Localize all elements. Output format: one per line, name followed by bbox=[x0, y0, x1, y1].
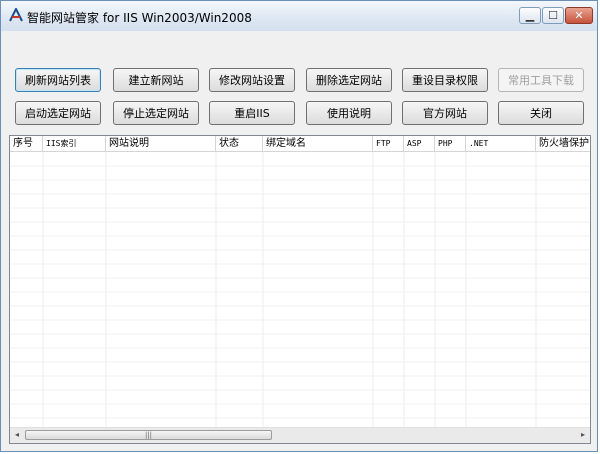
tools-download-button[interactable]: 常用工具下载 bbox=[498, 68, 584, 92]
title-bar[interactable]: 智能网站管家 for IIS Win2003/Win2008 ▁ ☐ ✕ bbox=[1, 1, 597, 31]
close-window-button[interactable]: ✕ bbox=[565, 7, 593, 24]
list-header: 序号 IIS索引 网站说明 状态 绑定域名 FTP ASP PHP .NET 防… bbox=[10, 136, 590, 152]
delete-selected-site-button[interactable]: 删除选定网站 bbox=[306, 68, 392, 92]
horizontal-scrollbar[interactable]: ◂ ||| ▸ bbox=[10, 427, 590, 443]
column-header-index[interactable]: 序号 bbox=[10, 136, 43, 151]
restart-iis-button[interactable]: 重启IIS bbox=[209, 101, 295, 125]
site-list-view[interactable]: 序号 IIS索引 网站说明 状态 绑定域名 FTP ASP PHP .NET 防… bbox=[9, 135, 591, 444]
column-header-firewall[interactable]: 防火墙保护 bbox=[536, 136, 590, 151]
scroll-right-icon[interactable]: ▸ bbox=[578, 430, 588, 440]
column-header-iis-index[interactable]: IIS索引 bbox=[43, 136, 106, 151]
scroll-left-icon[interactable]: ◂ bbox=[12, 430, 22, 440]
stop-selected-site-button[interactable]: 停止选定网站 bbox=[113, 101, 199, 125]
column-header-dotnet[interactable]: .NET bbox=[466, 136, 536, 151]
start-selected-site-button[interactable]: 启动选定网站 bbox=[15, 101, 101, 125]
modify-site-settings-button[interactable]: 修改网站设置 bbox=[209, 68, 295, 92]
column-header-status[interactable]: 状态 bbox=[216, 136, 263, 151]
usage-instructions-button[interactable]: 使用说明 bbox=[306, 101, 392, 125]
scrollbar-thumb[interactable]: ||| bbox=[25, 430, 272, 440]
app-icon bbox=[9, 8, 23, 22]
window-title: 智能网站管家 for IIS Win2003/Win2008 bbox=[27, 11, 252, 25]
reset-directory-permissions-button[interactable]: 重设目录权限 bbox=[402, 68, 488, 92]
refresh-site-list-button[interactable]: 刷新网站列表 bbox=[15, 68, 101, 92]
column-header-bound-domain[interactable]: 绑定域名 bbox=[263, 136, 373, 151]
grip-icon: ||| bbox=[144, 431, 153, 439]
column-header-php[interactable]: PHP bbox=[435, 136, 466, 151]
main-window: 智能网站管家 for IIS Win2003/Win2008 ▁ ☐ ✕ 刷新网… bbox=[0, 0, 598, 452]
column-header-asp[interactable]: ASP bbox=[404, 136, 435, 151]
maximize-button[interactable]: ☐ bbox=[542, 7, 564, 24]
create-new-site-button[interactable]: 建立新网站 bbox=[113, 68, 199, 92]
column-header-ftp[interactable]: FTP bbox=[373, 136, 404, 151]
close-button[interactable]: 关闭 bbox=[498, 101, 584, 125]
official-website-button[interactable]: 官方网站 bbox=[402, 101, 488, 125]
list-gridlines bbox=[10, 152, 590, 428]
column-header-description[interactable]: 网站说明 bbox=[106, 136, 216, 151]
minimize-button[interactable]: ▁ bbox=[519, 7, 541, 24]
